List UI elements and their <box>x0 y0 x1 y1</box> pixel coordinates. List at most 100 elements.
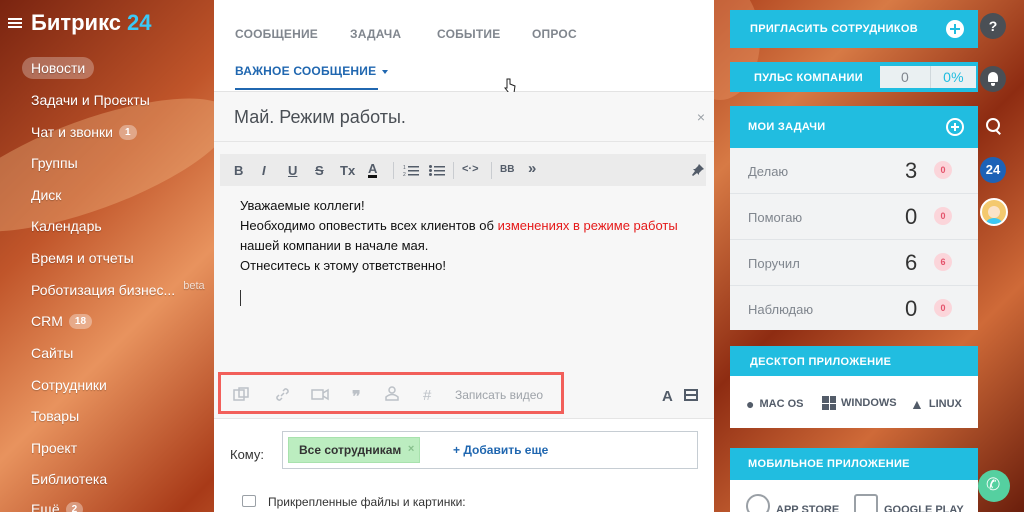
attachment-icon <box>242 495 256 507</box>
sidebar-item-chat[interactable]: Чат и звонки 1 <box>31 120 137 144</box>
sidebar-item-sites[interactable]: Сайты <box>31 341 73 365</box>
link-icon[interactable] <box>275 387 290 402</box>
sidebar-item-news[interactable]: Новости <box>22 57 95 79</box>
linux-link[interactable]: ▲ LINUX <box>910 396 962 412</box>
left-sidebar: Битрикс 24 Новости Задачи и Проекты Чат … <box>0 0 214 512</box>
sidebar-item-calendar[interactable]: Календарь <box>31 214 102 238</box>
counter-badge: 18 <box>68 313 93 329</box>
sidebar-item-automation[interactable]: Роботизация бизнес... beta <box>31 278 205 302</box>
user-avatar[interactable] <box>980 198 1008 226</box>
toolbar-divider <box>491 162 492 179</box>
underline-button[interactable]: U <box>288 163 297 178</box>
desktop-app-title: ДЕСКТОП ПРИЛОЖЕНИЕ <box>750 356 892 368</box>
numbered-list-icon[interactable]: 1 2 <box>403 164 419 177</box>
task-badge: 0 <box>934 299 952 317</box>
sidebar-item-label: Роботизация бизнес... <box>31 282 176 298</box>
pulse-value: 0 <box>880 66 930 88</box>
task-name: Делаю <box>748 164 789 179</box>
bold-button[interactable]: B <box>234 163 243 178</box>
body-line: Отнеситесь к этому ответственно! <box>240 258 446 273</box>
pulse-percent: 0% <box>930 66 976 88</box>
notifications-bell-icon[interactable] <box>980 66 1006 92</box>
body-line: Уважаемые коллеги! <box>240 198 365 213</box>
italic-button[interactable]: I <box>262 163 266 178</box>
close-icon[interactable]: × <box>697 109 705 125</box>
linux-icon: ▲ <box>910 396 924 412</box>
mobile-app-header: МОБИЛЬНОЕ ПРИЛОЖЕНИЕ <box>730 448 978 480</box>
mobile-app-title: МОБИЛЬНОЕ ПРИЛОЖЕНИЕ <box>748 458 910 470</box>
attachment-toolbar: ❞ # Записать видео <box>218 372 564 414</box>
bbcode-button[interactable]: BB <box>500 164 514 175</box>
code-button[interactable]: <·> <box>462 163 479 175</box>
clear-format-button[interactable]: Tx <box>340 163 355 178</box>
tab-task[interactable]: ЗАДАЧА <box>350 27 401 41</box>
app-store-link[interactable]: APP STORE <box>746 494 840 512</box>
text-color-button[interactable]: A <box>368 162 378 178</box>
apple-icon: ● <box>746 396 755 412</box>
sidebar-item-disk[interactable]: Диск <box>31 183 61 207</box>
add-recipient-link[interactable]: + Добавить еще <box>453 443 548 457</box>
hashtag-icon[interactable]: # <box>423 387 431 404</box>
task-row-watching[interactable]: Наблюдаю 0 0 <box>730 286 978 332</box>
video-icon[interactable] <box>311 388 329 401</box>
help-icon[interactable]: ? <box>980 13 1006 39</box>
sidebar-item-groups[interactable]: Группы <box>31 151 78 175</box>
sidebar-item-products[interactable]: Товары <box>31 404 79 428</box>
sidebar-item-label: Время и отчеты <box>31 250 134 266</box>
macos-link[interactable]: ● MAC OS <box>746 396 803 412</box>
composer-tabs: СООБЩЕНИЕ ЗАДАЧА СОБЫТИЕ ОПРОС ВАЖНОЕ СО… <box>214 0 714 94</box>
store-label: APP STORE <box>776 504 840 512</box>
sidebar-item-label: Товары <box>31 408 80 424</box>
attached-files-label: Прикрепленные файлы и картинки: <box>268 495 466 509</box>
sidebar-item-label: Группы <box>31 155 78 171</box>
counter-badge: 1 <box>118 124 137 140</box>
sidebar-item-more[interactable]: Ещё 2 <box>31 497 84 512</box>
phone-call-icon[interactable] <box>978 470 1010 502</box>
text-format-icon[interactable]: A <box>662 388 673 405</box>
title-field[interactable]: Май. Режим работы. × <box>214 92 714 142</box>
tab-message[interactable]: СООБЩЕНИЕ <box>235 27 318 41</box>
mention-user-icon[interactable] <box>385 386 399 401</box>
add-task-icon[interactable] <box>946 118 964 136</box>
google-play-icon <box>854 494 878 512</box>
google-play-link[interactable]: GOOGLE PLAY <box>854 494 964 512</box>
tab-event[interactable]: СОБЫТИЕ <box>437 27 500 41</box>
sidebar-item-employees[interactable]: Сотрудники <box>31 373 107 397</box>
message-body[interactable]: Уважаемые коллеги! Необходимо оповестить… <box>240 196 710 276</box>
sidebar-item-tasks[interactable]: Задачи и Проекты <box>31 88 150 112</box>
sidebar-item-library[interactable]: Библиотека <box>31 467 107 491</box>
sidebar-item-project[interactable]: Проект <box>31 436 77 460</box>
sidebar-item-crm[interactable]: CRM 18 <box>31 309 93 333</box>
windows-link[interactable]: WINDOWS <box>822 396 897 410</box>
sidebar-item-time-reports[interactable]: Время и отчеты <box>31 246 134 270</box>
invite-employees-button[interactable]: ПРИГЛАСИТЬ СОТРУДНИКОВ <box>730 10 978 48</box>
task-badge: 0 <box>934 207 952 225</box>
sidebar-item-label: Библиотека <box>31 471 108 487</box>
bulleted-list-icon[interactable] <box>429 164 445 177</box>
recipients-field[interactable]: Все сотрудникам × + Добавить еще <box>282 431 698 469</box>
task-row-assigned[interactable]: Поручил 6 6 <box>730 240 978 286</box>
record-video-button[interactable]: Записать видео <box>455 388 543 402</box>
tab-poll[interactable]: ОПРОС <box>532 27 577 41</box>
company-pulse[interactable]: ПУЛЬС КОМПАНИИ 0 0% <box>730 62 978 92</box>
text-caret <box>240 290 241 306</box>
task-row-helping[interactable]: Помогаю 0 0 <box>730 194 978 240</box>
my-tasks-title: МОИ ЗАДАЧИ <box>748 121 826 133</box>
remove-recipient-icon[interactable]: × <box>408 443 414 455</box>
more-tools-button[interactable]: » <box>528 160 536 177</box>
upload-file-icon[interactable] <box>233 387 249 401</box>
task-row-doing[interactable]: Делаю 3 0 <box>730 148 978 194</box>
pin-icon[interactable] <box>692 164 704 176</box>
quote-icon[interactable]: ❞ <box>352 387 361 407</box>
title-input[interactable]: Май. Режим работы. <box>234 107 406 128</box>
logo[interactable]: Битрикс 24 <box>8 10 152 36</box>
search-icon[interactable] <box>980 113 1006 139</box>
my-tasks-header[interactable]: МОИ ЗАДАЧИ <box>730 106 978 148</box>
tab-important-message[interactable]: ВАЖНОЕ СООБЩЕНИЕ <box>235 64 389 78</box>
sidebar-item-label: Сайты <box>31 345 74 361</box>
bitrix24-network-icon[interactable]: 24 <box>980 157 1006 183</box>
menu-icon[interactable] <box>8 18 22 28</box>
recipient-chip[interactable]: Все сотрудникам × <box>288 437 421 463</box>
panel-toggle-icon[interactable] <box>684 389 698 401</box>
strikethrough-button[interactable]: S <box>315 163 324 178</box>
